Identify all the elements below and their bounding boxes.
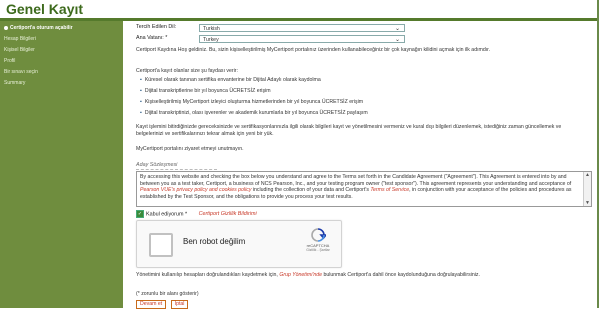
- privacy-notice-link[interactable]: Certiport Gizlilik Bildirimi: [199, 211, 257, 217]
- recaptcha-logo: reCAPTCHA Gizlilik - Şartlar: [303, 227, 333, 252]
- portal-reminder: MyCertiport portalını ziyaret etmeyi unu…: [136, 146, 244, 152]
- country-label: Ana Vatanı: *: [136, 35, 168, 41]
- chevron-down-icon: ⌄: [394, 37, 400, 43]
- bullet-icon: ▪: [140, 77, 142, 83]
- chevron-down-icon: ⌄: [394, 26, 400, 32]
- sidebar-item-label: Summary: [4, 80, 26, 86]
- sidebar-item-exam[interactable]: Bir sınavı seçin: [0, 67, 123, 78]
- benefit-item: ▪ Dijital transkriptlerine bir yıl boyunc…: [140, 88, 271, 94]
- bullet-icon: [4, 25, 8, 30]
- scroll-up-icon[interactable]: ▲: [584, 172, 591, 178]
- main-content: Tercih Edilen Dil: Turkish ⌄ Ana Vatanı:…: [130, 21, 593, 309]
- required-note: (* zorunlu bir alanı gösterir): [136, 291, 199, 297]
- language-select[interactable]: Turkish ⌄: [199, 24, 405, 32]
- registration-page: Genel Kayıt Certiport'a oturum açabilir …: [0, 0, 599, 309]
- benefits-heading: Certiport'a kayıt olanlar size şu faydas…: [136, 68, 238, 74]
- scroll-down-icon[interactable]: ▼: [584, 200, 591, 206]
- privacy-policy-link[interactable]: Pearson VUE's privacy policy and cookies…: [140, 187, 251, 193]
- accept-row: ✓ Kabul ediyorum * Certiport Gizlilik Bil…: [136, 210, 257, 218]
- agreement-scrollbar[interactable]: ▲ ▼: [583, 172, 591, 206]
- bullet-icon: ▪: [140, 99, 142, 105]
- sidebar-item-profile[interactable]: Profil: [0, 56, 123, 67]
- recaptcha-icon: [310, 227, 328, 243]
- title-bar: Genel Kayıt: [0, 0, 597, 21]
- accept-checkbox[interactable]: ✓: [136, 210, 144, 218]
- sidebar-item-account[interactable]: Hesap Bilgileri: [0, 34, 123, 45]
- sidebar-item-signin[interactable]: Certiport'a oturum açabilir: [0, 23, 123, 34]
- sidebar-item-personal[interactable]: Kişisel Bilgiler: [0, 45, 123, 56]
- language-label: Tercih Edilen Dil:: [136, 24, 177, 30]
- intro-paragraph: Certiport Kaydına Hoş geldiniz. Bu, sizi…: [136, 47, 491, 53]
- recaptcha-checkbox[interactable]: [149, 233, 173, 257]
- bullet-icon: ▪: [140, 88, 142, 94]
- sidebar-item-label: Bir sınavı seçin: [4, 69, 38, 75]
- page-title: Genel Kayıt: [6, 1, 84, 17]
- sidebar-item-label: Profil: [4, 58, 16, 64]
- sidebar: Certiport'a oturum açabilir Hesap Bilgil…: [0, 21, 123, 308]
- benefit-item: ▪ Dijital transkriptinizi, olası işverenl…: [140, 110, 368, 116]
- recaptcha-terms[interactable]: Gizlilik - Şartlar: [303, 248, 333, 252]
- bullet-icon: ▪: [140, 110, 142, 116]
- sidebar-item-label: Hesap Bilgileri: [4, 36, 36, 42]
- language-value: Turkish: [203, 26, 220, 32]
- group-management-note: Yönetimini kullanılıp hesapları doğrulan…: [136, 272, 480, 278]
- agreement-textbox[interactable]: By accessing this website and checking t…: [136, 171, 592, 207]
- sidebar-item-summary[interactable]: Summary: [0, 78, 123, 89]
- benefit-item: ▪ Kişiselleştirilmiş MyCertiport izleyici…: [140, 99, 364, 105]
- sidebar-item-label: Certiport'a oturum açabilir: [10, 25, 73, 31]
- accept-label: Kabul ediyorum *: [146, 211, 188, 218]
- terms-of-service-link[interactable]: Terms of Service: [370, 187, 409, 193]
- recaptcha-widget: Ben robot değilim reCAPTCHA Gizlilik - Ş…: [136, 220, 342, 268]
- country-value: Turkey: [203, 37, 219, 43]
- recaptcha-label: Ben robot değilim: [183, 237, 246, 246]
- benefit-item: ▪ Küresel olarak tanınan sertifika envant…: [140, 77, 321, 83]
- agreement-title: Aday Sözleşmesi: [136, 162, 218, 170]
- sidebar-item-label: Kişisel Bilgiler: [4, 47, 35, 53]
- group-management-link[interactable]: Grup Yönetimi'nde: [279, 272, 322, 278]
- country-select[interactable]: Turkey ⌄: [199, 35, 405, 43]
- registration-info: Kayıt işlemini bitirdiğinizde gereceksin…: [136, 124, 562, 137]
